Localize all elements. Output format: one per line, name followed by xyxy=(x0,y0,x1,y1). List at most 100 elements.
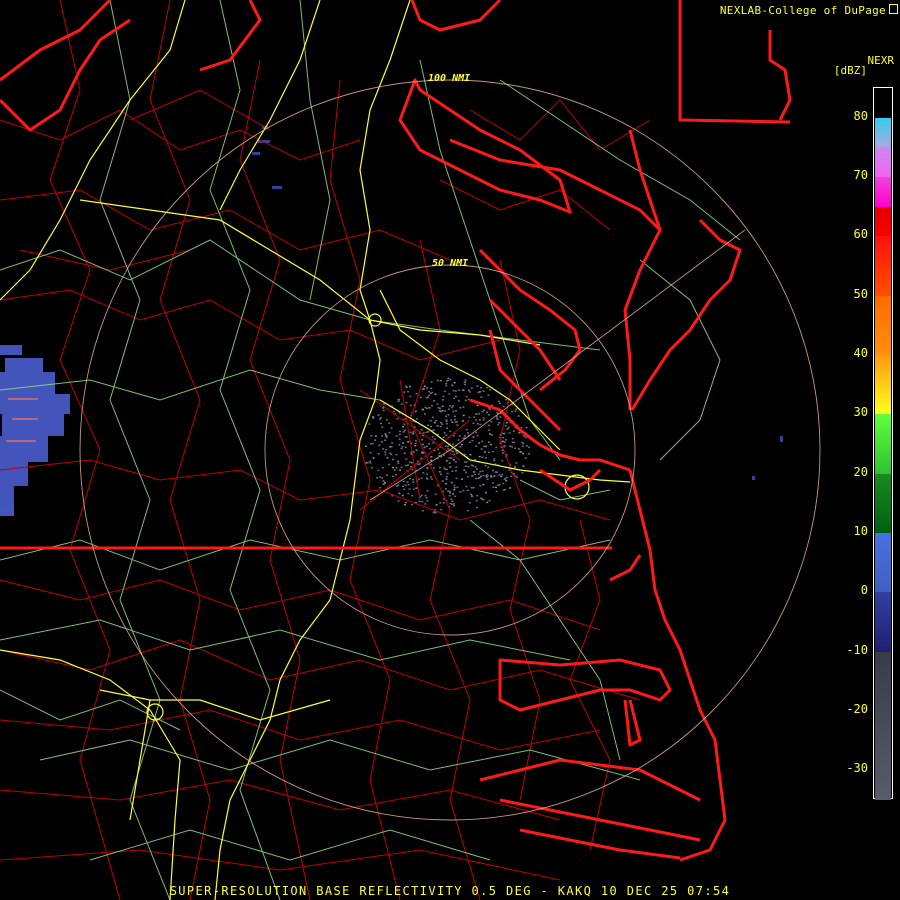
clutter-echo xyxy=(501,473,504,476)
clutter-echo xyxy=(446,460,448,462)
clutter-echo xyxy=(481,470,484,472)
clutter-echo xyxy=(465,471,467,474)
clutter-echo xyxy=(445,483,448,485)
clutter-echo xyxy=(448,495,451,497)
clutter-echo xyxy=(460,443,463,446)
clutter-echo xyxy=(445,478,448,480)
clutter-echo xyxy=(464,381,467,383)
clutter-echo xyxy=(463,469,466,471)
color-scale-tick-label: 20 xyxy=(853,464,868,479)
clutter-echo xyxy=(437,448,440,451)
clutter-echo xyxy=(391,442,394,444)
clutter-echo xyxy=(441,480,444,482)
clutter-echo xyxy=(481,456,484,458)
nexlab-credit-link[interactable]: NEXLAB-College of DuPage xyxy=(720,4,886,17)
clutter-echo xyxy=(434,493,437,495)
clutter-echo xyxy=(495,486,497,489)
clutter-echo xyxy=(503,478,506,481)
color-scale-segment xyxy=(875,147,891,177)
clutter-echo xyxy=(443,432,446,434)
clutter-echo xyxy=(431,416,434,419)
clutter-echo xyxy=(463,435,466,437)
color-scale-tick-label: 40 xyxy=(853,346,868,360)
clutter-echo xyxy=(501,459,504,462)
clutter-echo xyxy=(370,467,373,469)
clutter-echo xyxy=(409,404,412,407)
clutter-echo xyxy=(495,446,498,449)
clutter-echo xyxy=(452,459,455,461)
clutter-echo xyxy=(432,429,435,431)
clutter-echo xyxy=(425,431,428,434)
clutter-echo xyxy=(374,439,376,441)
clutter-echo xyxy=(488,441,490,443)
clutter-echo xyxy=(438,452,441,454)
clutter-echo xyxy=(426,473,429,476)
clutter-echo xyxy=(420,494,423,497)
clutter-echo xyxy=(390,453,393,456)
clutter-echo xyxy=(515,476,518,478)
clutter-echo xyxy=(404,484,407,486)
clutter-echo xyxy=(441,410,444,412)
clutter-echo xyxy=(450,419,453,421)
color-scale-tick-label: 10 xyxy=(853,524,868,538)
clutter-echo xyxy=(511,446,514,448)
clutter-echo xyxy=(436,403,439,405)
clutter-echo xyxy=(425,497,428,499)
clutter-echo xyxy=(462,414,465,417)
clutter-echo xyxy=(518,432,521,434)
clutter-echo xyxy=(381,435,384,437)
clutter-echo xyxy=(424,406,427,409)
clutter-echo xyxy=(385,449,388,451)
clutter-echo xyxy=(401,445,404,448)
clutter-echo xyxy=(369,462,372,464)
clutter-echo xyxy=(397,462,400,464)
clutter-echo xyxy=(524,457,527,459)
clutter-echo xyxy=(475,431,478,434)
clutter-echo xyxy=(521,445,524,448)
clutter-echo xyxy=(474,466,477,468)
clutter-echo xyxy=(447,377,450,379)
clutter-echo xyxy=(467,489,470,492)
clutter-echo xyxy=(503,432,505,435)
clutter-echo xyxy=(453,382,456,384)
clutter-echo xyxy=(455,421,458,423)
clutter-echo xyxy=(424,494,427,497)
clutter-echo xyxy=(407,483,410,486)
clutter-echo xyxy=(389,445,392,448)
clutter-echo xyxy=(508,469,511,471)
clutter-echo xyxy=(409,385,412,388)
clutter-echo xyxy=(395,435,398,437)
clutter-echo xyxy=(392,458,394,461)
clutter-echo xyxy=(471,475,473,477)
clutter-echo xyxy=(377,414,380,416)
clutter-echo xyxy=(466,476,469,478)
clutter-echo xyxy=(480,475,482,478)
clutter-echo xyxy=(448,393,451,395)
clutter-echo xyxy=(457,400,460,402)
clutter-echo xyxy=(436,379,439,382)
clutter-echo xyxy=(451,482,454,484)
clutter-echo xyxy=(397,400,400,403)
clutter-echo xyxy=(395,453,398,456)
clutter-echo xyxy=(416,418,419,420)
clutter-echo xyxy=(445,423,448,425)
clutter-echo xyxy=(449,379,452,381)
clutter-echo xyxy=(415,487,418,489)
clutter-echo xyxy=(404,436,407,438)
external-link-icon[interactable] xyxy=(889,4,898,14)
color-scale-tick-label: 30 xyxy=(853,405,868,420)
clutter-echo xyxy=(476,494,479,497)
clutter-echo xyxy=(455,466,458,468)
clutter-echo xyxy=(388,463,391,466)
clutter-echo xyxy=(382,483,385,485)
clutter-echo xyxy=(468,416,471,419)
clutter-echo xyxy=(438,471,441,473)
clutter-echo xyxy=(420,477,423,480)
clutter-echo xyxy=(450,457,453,459)
clutter-echo xyxy=(430,405,433,407)
legend-units-label: [dBZ] xyxy=(833,64,867,77)
clutter-echo xyxy=(478,455,481,458)
clutter-echo xyxy=(445,384,448,387)
clutter-echo xyxy=(484,464,487,467)
color-scale-segment xyxy=(875,592,891,652)
